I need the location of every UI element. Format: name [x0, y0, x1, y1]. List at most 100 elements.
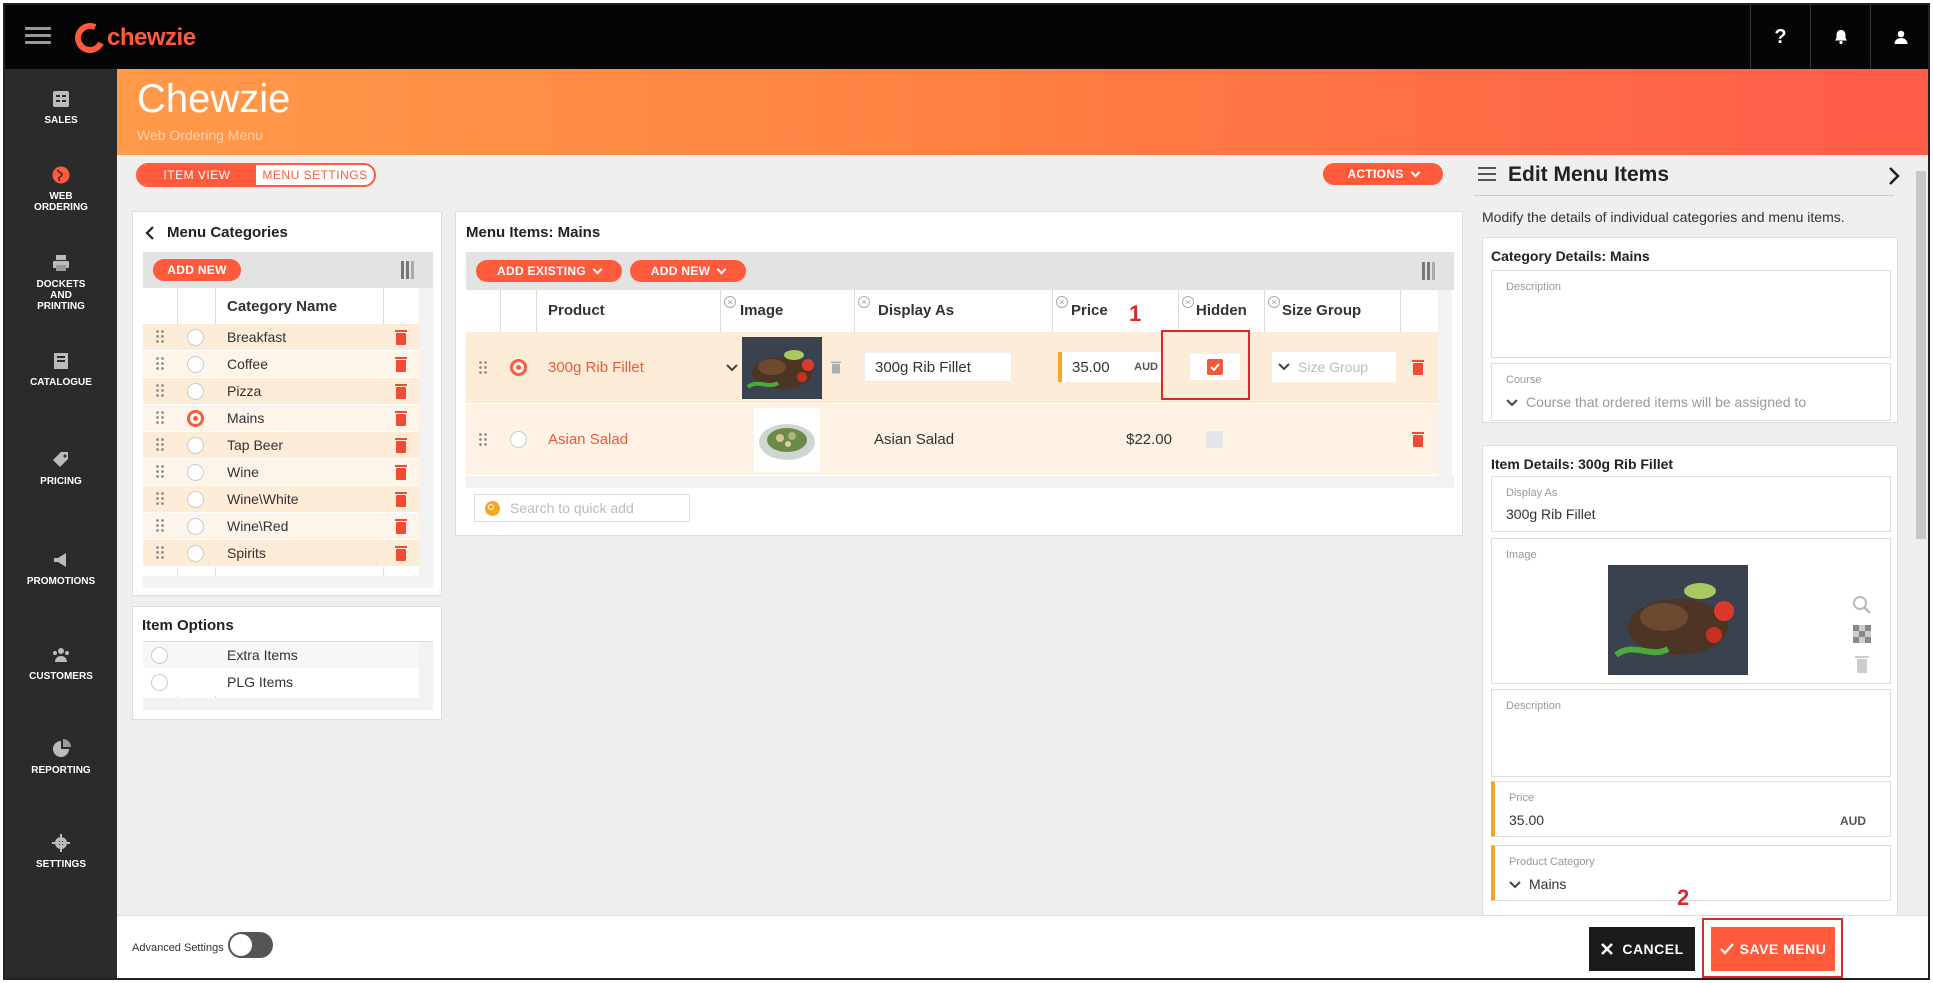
hamburger-menu-icon[interactable] — [25, 27, 51, 47]
product-name[interactable]: Asian Salad — [548, 404, 628, 475]
edit-panel-scrollbar[interactable] — [1914, 155, 1928, 915]
quick-add-search[interactable]: Search to quick add — [474, 494, 690, 522]
cancel-button[interactable]: CANCEL — [1589, 927, 1695, 971]
display-as-field[interactable]: Display As 300g Rib Fillet — [1491, 476, 1891, 532]
clear-column-icon[interactable]: × — [724, 296, 736, 308]
size-group-select[interactable]: Size Group — [1272, 352, 1396, 382]
menu-items-scrollbar[interactable] — [1438, 290, 1452, 476]
option-radio[interactable] — [151, 646, 168, 664]
list-item[interactable]: Pizza — [143, 378, 419, 405]
options-scrollbar[interactable] — [419, 642, 433, 698]
list-item[interactable]: Coffee — [143, 351, 419, 378]
advanced-settings-toggle[interactable] — [228, 932, 273, 958]
chevron-right-icon[interactable] — [1888, 167, 1900, 185]
category-radio[interactable] — [187, 382, 204, 400]
trash-icon[interactable] — [395, 437, 407, 453]
add-existing-button[interactable]: ADD EXISTING — [476, 260, 622, 282]
table-row[interactable]: Asian Salad Asian Salad $22.00 — [466, 404, 1438, 476]
options-hscrollbar[interactable] — [143, 698, 433, 710]
categories-scrollbar[interactable] — [419, 288, 433, 576]
category-radio[interactable] — [187, 463, 204, 481]
clear-column-icon[interactable]: × — [858, 296, 870, 308]
hamburger-icon[interactable] — [1478, 167, 1496, 181]
trash-icon[interactable] — [831, 361, 841, 374]
trash-icon[interactable] — [395, 383, 407, 399]
notifications-button[interactable] — [1810, 5, 1870, 69]
drag-handle-icon[interactable] — [155, 491, 165, 507]
clear-column-icon[interactable]: × — [1268, 296, 1280, 308]
trash-icon[interactable] — [1412, 360, 1424, 375]
course-select[interactable]: Course Course that ordered items will be… — [1491, 363, 1891, 421]
sidebar-item-customers[interactable]: CUSTOMERS — [5, 645, 117, 682]
chevron-down-icon[interactable] — [726, 363, 738, 372]
clear-column-icon[interactable]: × — [1056, 296, 1068, 308]
list-item[interactable]: PLG Items — [143, 669, 419, 696]
list-item[interactable]: Wine — [143, 459, 419, 486]
actions-button[interactable]: ACTIONS — [1323, 163, 1443, 185]
table-row[interactable]: 300g Rib Fillet 300g Rib Fillet 35.00 AUD… — [466, 332, 1438, 404]
add-new-category-button[interactable]: ADD NEW — [153, 259, 241, 281]
product-category-select[interactable]: Product Category Mains — [1491, 845, 1891, 901]
sidebar-item-pricing[interactable]: PRICING — [5, 450, 117, 487]
category-radio[interactable] — [187, 328, 204, 346]
drag-handle-icon[interactable] — [155, 545, 165, 561]
trash-icon[interactable] — [395, 410, 407, 426]
add-new-item-button[interactable]: ADD NEW — [630, 260, 746, 282]
product-image[interactable] — [754, 404, 820, 475]
search-icon[interactable] — [1852, 595, 1872, 615]
category-radio[interactable] — [187, 517, 204, 535]
sidebar-item-dockets[interactable]: DOCKETS AND PRINTING — [5, 253, 117, 312]
chewzie-logo[interactable]: chewzie — [70, 18, 196, 58]
trash-icon[interactable] — [395, 491, 407, 507]
trash-icon[interactable] — [395, 518, 407, 534]
drag-handle-icon[interactable] — [155, 383, 165, 399]
columns-icon[interactable] — [1422, 262, 1438, 280]
display-as-input[interactable]: 300g Rib Fillet — [864, 352, 1012, 382]
sidebar-item-promotions[interactable]: PROMOTIONS — [5, 550, 117, 587]
trash-icon[interactable] — [395, 356, 407, 372]
menu-items-hscrollbar[interactable] — [466, 476, 1454, 488]
list-item[interactable]: Tap Beer — [143, 432, 419, 459]
category-radio[interactable] — [187, 409, 204, 427]
trash-icon[interactable] — [395, 329, 407, 345]
drag-handle-icon[interactable] — [155, 329, 165, 345]
price-field[interactable]: Price 35.00 AUD — [1491, 781, 1891, 837]
category-radio[interactable] — [187, 544, 204, 562]
list-item[interactable]: Extra Items — [143, 642, 419, 669]
list-item[interactable]: Breakfast — [143, 324, 419, 351]
product-name[interactable]: 300g Rib Fillet — [548, 332, 644, 403]
list-item[interactable]: Spirits — [143, 540, 419, 567]
categories-hscrollbar[interactable] — [143, 576, 433, 588]
sidebar-item-web-ordering[interactable]: WEB ORDERING — [5, 165, 117, 213]
image-field[interactable]: Image — [1491, 538, 1891, 684]
category-description-field[interactable]: Description — [1491, 270, 1891, 358]
item-description-field[interactable]: Description — [1491, 689, 1891, 777]
drag-handle-icon[interactable] — [155, 410, 165, 426]
product-image[interactable] — [742, 332, 822, 403]
option-radio[interactable] — [151, 673, 168, 691]
tab-menu-settings[interactable]: MENU SETTINGS — [256, 165, 374, 185]
price-input[interactable]: 35.00 AUD — [1058, 352, 1162, 382]
trash-icon[interactable] — [1412, 432, 1424, 447]
back-chevron-icon[interactable] — [145, 226, 155, 240]
list-item[interactable]: Wine\White — [143, 486, 419, 513]
delete-image-icon[interactable] — [1855, 655, 1869, 673]
row-radio[interactable] — [510, 431, 527, 448]
drag-handle-icon[interactable] — [155, 518, 165, 534]
drag-handle-icon[interactable] — [478, 431, 488, 448]
category-radio[interactable] — [187, 490, 204, 508]
clear-column-icon[interactable]: × — [1182, 296, 1194, 308]
trash-icon[interactable] — [395, 464, 407, 480]
drag-handle-icon[interactable] — [155, 356, 165, 372]
list-item[interactable]: Mains — [143, 405, 419, 432]
tab-item-view[interactable]: ITEM VIEW — [138, 165, 256, 185]
drag-handle-icon[interactable] — [155, 464, 165, 480]
user-menu-button[interactable] — [1870, 5, 1928, 69]
sidebar-item-settings[interactable]: SETTINGS — [5, 833, 117, 870]
category-radio[interactable] — [187, 436, 204, 454]
trash-icon[interactable] — [395, 545, 407, 561]
drag-handle-icon[interactable] — [478, 359, 488, 376]
list-item[interactable]: Wine\Red — [143, 513, 419, 540]
sidebar-item-reporting[interactable]: REPORTING — [5, 739, 117, 776]
help-button[interactable]: ? — [1750, 5, 1810, 69]
